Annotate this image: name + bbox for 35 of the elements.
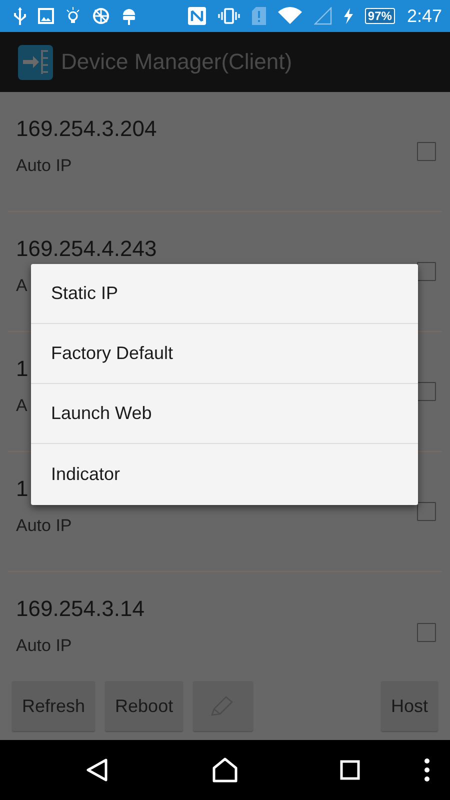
device-ip: 169.254.3.14 [16, 596, 144, 622]
back-icon[interactable] [86, 758, 108, 782]
app-title: Device Manager(Client) [61, 49, 292, 75]
device-mode: A [16, 396, 28, 416]
signal-icon [314, 7, 332, 25]
menu-item[interactable]: Static IP [31, 264, 418, 324]
charging-icon [344, 8, 353, 24]
app-icon [18, 44, 53, 80]
device-mode: Auto IP [16, 516, 72, 536]
clock: 2:47 [406, 6, 442, 26]
nfc-icon [188, 7, 206, 25]
device-mode: Auto IP [16, 636, 72, 656]
device-ip: 169.254.3.204 [16, 116, 157, 142]
menu-item[interactable]: Indicator [31, 444, 418, 505]
home-icon[interactable] [212, 757, 238, 783]
checkbox[interactable] [417, 142, 436, 161]
device-ip: 169.254.4.243 [16, 236, 157, 262]
checkbox[interactable] [417, 502, 436, 521]
device-mode: Auto IP [16, 156, 72, 176]
checkbox[interactable] [417, 622, 436, 642]
image-icon [38, 8, 54, 24]
wifi-icon [278, 7, 302, 25]
sim-card-icon [252, 7, 266, 25]
vibrate-icon [218, 8, 240, 24]
recents-icon[interactable] [340, 760, 360, 780]
menu-item[interactable]: Launch Web [31, 384, 418, 444]
menu-item[interactable]: Factory Default [31, 324, 418, 384]
device-ip: 1 [16, 356, 28, 382]
lightbulb-icon [66, 7, 80, 25]
blocked-globe-icon [92, 7, 110, 25]
device-mode: A [16, 276, 28, 296]
battery-level: 97% [364, 8, 395, 24]
usb-icon [14, 7, 26, 25]
overflow-menu-icon[interactable] [424, 758, 430, 782]
device-ip: 1 [16, 476, 28, 502]
